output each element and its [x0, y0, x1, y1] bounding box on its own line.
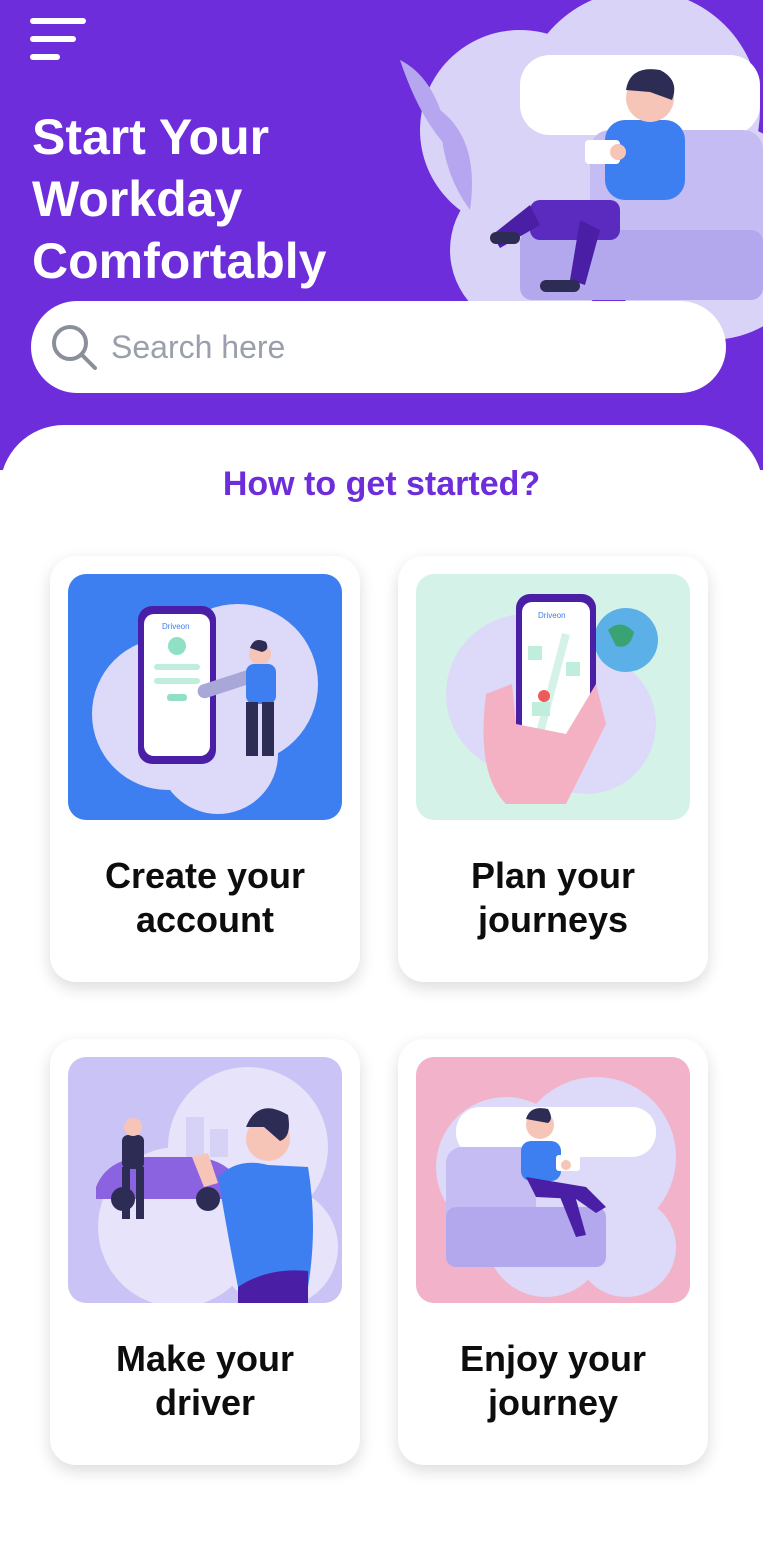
card-label-line-2: driver — [154, 1382, 256, 1423]
card-create-account[interactable]: Driveon Create your account — [50, 556, 360, 982]
card-label-line-1: Enjoy your — [459, 1338, 647, 1379]
svg-text:Driveon: Driveon — [162, 622, 190, 631]
card-make-driver[interactable]: Make your driver — [50, 1039, 360, 1465]
hero-header: Start Your Workday Comfortably — [0, 0, 763, 470]
main-content: How to get started? Driveon Create your … — [0, 425, 763, 1542]
make-driver-illustration — [68, 1057, 342, 1303]
man-relaxing-in-car-illustration — [400, 0, 763, 340]
hamburger-menu-icon[interactable] — [30, 16, 88, 60]
card-enjoy-journey[interactable]: Enjoy your journey — [398, 1039, 708, 1465]
plan-journeys-illustration: Driveon — [416, 574, 690, 820]
card-label-line-2: account — [135, 899, 275, 940]
card-label-line-1: Create your — [104, 855, 306, 896]
hero-title-line-3: Comfortably — [32, 233, 327, 289]
card-label-line-2: journeys — [477, 899, 629, 940]
search-bar[interactable] — [31, 301, 726, 393]
card-plan-journeys[interactable]: Driveon Plan your journeys — [398, 556, 708, 982]
search-input[interactable] — [109, 327, 673, 367]
card-label-line-1: Plan your — [470, 855, 636, 896]
card-label: Enjoy your journey — [398, 1337, 708, 1425]
svg-text:Driveon: Driveon — [538, 611, 566, 620]
card-label-line-2: journey — [487, 1382, 619, 1423]
create-account-illustration: Driveon — [68, 574, 342, 820]
section-title: How to get started? — [222, 465, 541, 503]
card-label-line-1: Make your — [115, 1338, 295, 1379]
search-icon — [52, 325, 97, 370]
card-label: Create your account — [50, 854, 360, 942]
card-label: Make your driver — [50, 1337, 360, 1425]
hero-title: Start Your Workday Comfortably — [32, 106, 392, 292]
enjoy-journey-illustration — [416, 1057, 690, 1303]
card-label: Plan your journeys — [398, 854, 708, 942]
hero-title-line-2: Workday — [32, 171, 243, 227]
hero-title-line-1: Start Your — [32, 109, 270, 165]
